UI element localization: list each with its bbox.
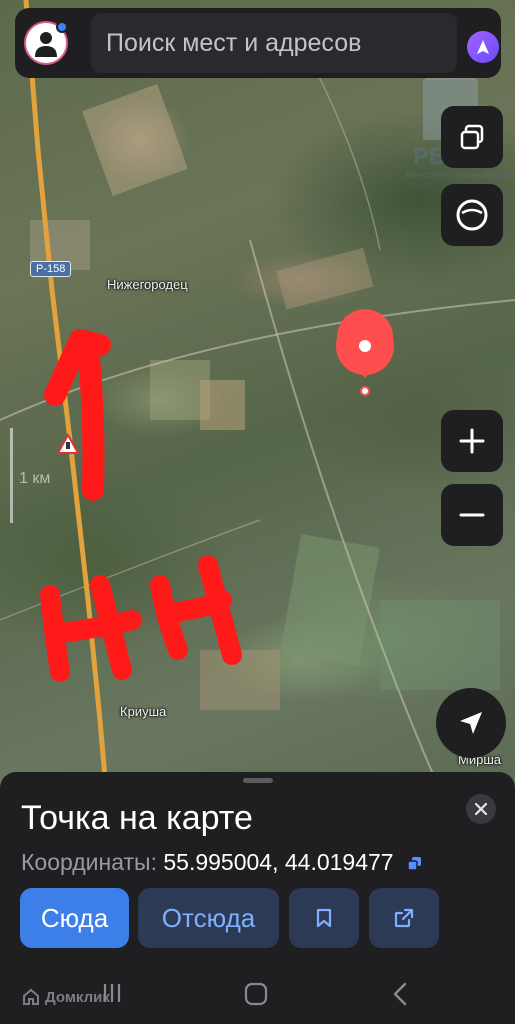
- map-label-village: Криуша: [120, 704, 167, 719]
- home-icon[interactable]: [244, 982, 268, 1006]
- plus-icon: [459, 428, 485, 454]
- close-icon: [475, 803, 487, 815]
- domclick-watermark-text: Домклик: [45, 988, 110, 1006]
- coordinates-label: Координаты:: [21, 849, 157, 875]
- system-nav-bar: Домклик: [0, 964, 515, 1024]
- map-label-village: Нижегородец: [107, 277, 188, 292]
- search-input[interactable]: [91, 13, 457, 73]
- profile-button[interactable]: [24, 21, 68, 65]
- close-button[interactable]: [466, 794, 496, 824]
- route-here-button[interactable]: Сюда: [20, 888, 129, 948]
- location-arrow-icon: [460, 712, 482, 734]
- domclick-logo-icon: [23, 988, 39, 1005]
- minus-icon: [459, 513, 485, 517]
- notification-dot: [56, 21, 68, 33]
- layers-button[interactable]: [441, 106, 503, 168]
- map-view[interactable]: Р-158 Нижегородец Криуша Мирша 1 км РБАН…: [0, 0, 515, 790]
- road-works-icon: [57, 433, 79, 454]
- my-location-button[interactable]: [436, 688, 506, 758]
- recents-icon[interactable]: [102, 982, 122, 1004]
- zoom-out-button[interactable]: [441, 484, 503, 546]
- domclick-watermark: Домклик: [22, 988, 110, 1006]
- profile-avatar-icon: [35, 32, 57, 57]
- scale-bar: [10, 428, 13, 523]
- panorama-icon: [456, 199, 488, 231]
- zoom-in-button[interactable]: [441, 410, 503, 472]
- place-card-sheet: Точка на карте Координаты: 55.995004, 44…: [0, 772, 515, 964]
- scale-label: 1 км: [19, 470, 51, 487]
- copy-icon[interactable]: [407, 857, 421, 871]
- coordinates-row: Координаты: 55.995004, 44.019477: [21, 849, 421, 876]
- road-badge: Р-158: [30, 261, 72, 277]
- sheet-grabber[interactable]: [243, 778, 273, 783]
- share-button[interactable]: [369, 888, 439, 948]
- sheet-title: Точка на карте: [21, 799, 253, 837]
- search-bar: [15, 8, 501, 78]
- annotation-arrow: [44, 329, 111, 501]
- voice-assistant-button[interactable]: [467, 31, 499, 63]
- bookmark-icon: [316, 908, 332, 928]
- bookmark-button[interactable]: [289, 888, 359, 948]
- panorama-button[interactable]: [441, 184, 503, 246]
- share-icon: [394, 908, 414, 928]
- alice-icon: [477, 40, 489, 54]
- agency-watermark-subtext: Агентство Недвижимости: [405, 170, 510, 180]
- map-pin-marker: [336, 309, 394, 378]
- layers-icon: [460, 124, 484, 150]
- back-icon[interactable]: [393, 982, 407, 1006]
- coordinates-value: 55.995004, 44.019477: [163, 849, 394, 875]
- route-from-button[interactable]: Отсюда: [138, 888, 279, 948]
